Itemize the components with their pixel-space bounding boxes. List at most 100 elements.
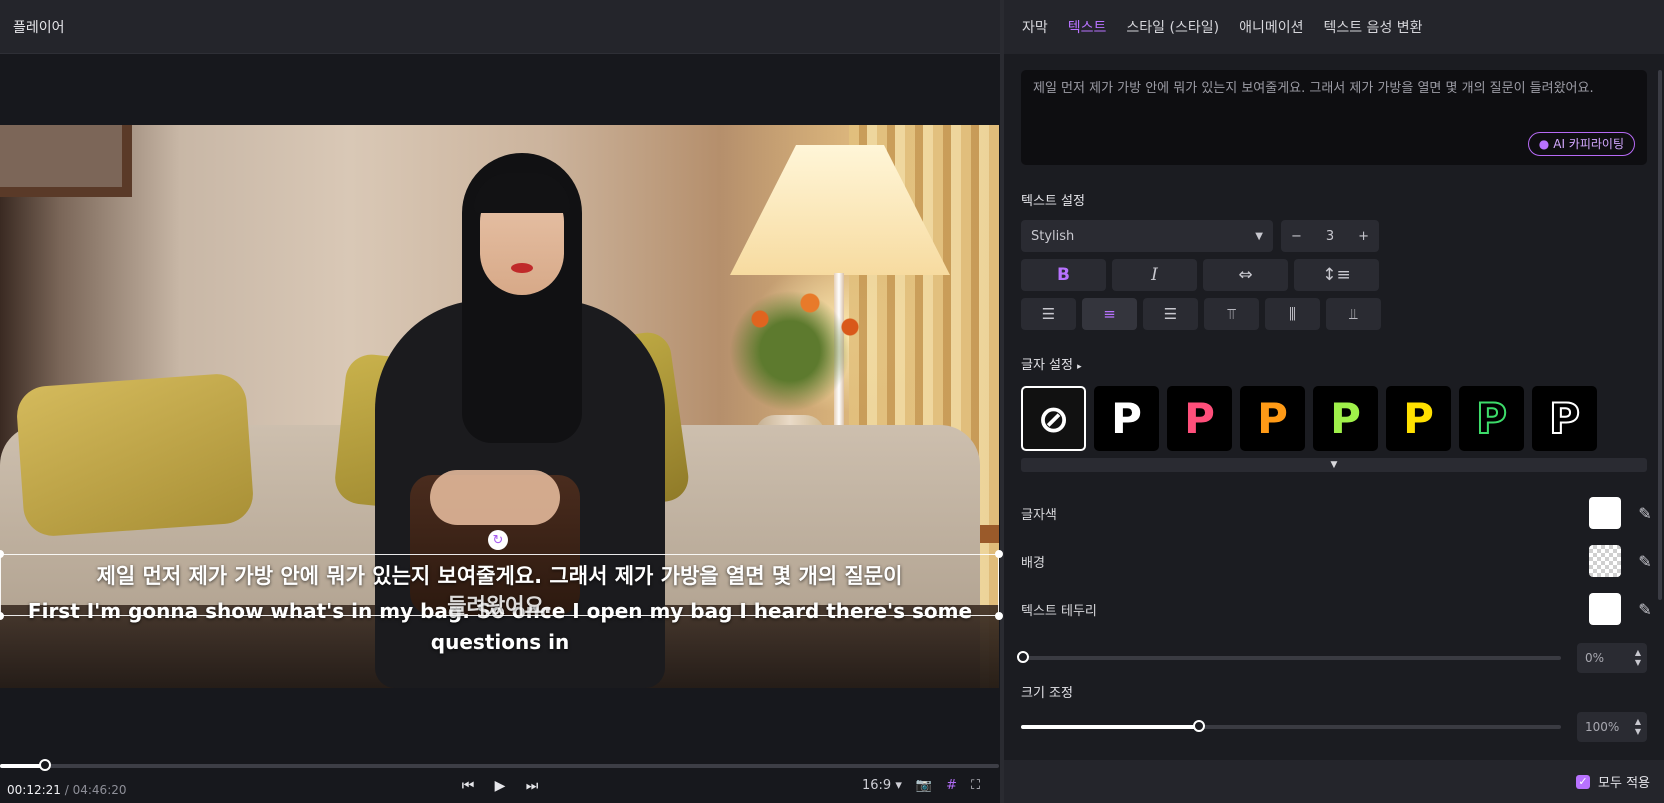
preset-glyph: P bbox=[1330, 394, 1361, 443]
playback-controls: ⏮ ▶ ⏭ bbox=[460, 778, 540, 794]
ai-sparkle-icon: ● bbox=[1538, 137, 1550, 151]
panel-scrollbar[interactable] bbox=[1658, 70, 1662, 600]
player-title: 플레이어 bbox=[13, 19, 65, 36]
border-width-input[interactable]: 0% ▲ ▼ bbox=[1577, 643, 1647, 673]
spinner-icon[interactable]: ▲ ▼ bbox=[1635, 717, 1641, 737]
scale-input[interactable]: 100% ▲ ▼ bbox=[1577, 712, 1647, 742]
background-color-swatch[interactable] bbox=[1589, 545, 1621, 577]
current-time: 00:12:21 bbox=[7, 783, 61, 797]
text-settings-label: 텍스트 설정 bbox=[1021, 194, 1085, 209]
scale-value: 100% bbox=[1585, 720, 1620, 734]
ai-copywriting-button[interactable]: ● AI 카피라이팅 bbox=[1527, 132, 1635, 156]
char-settings-label[interactable]: 글자 설정 ▸ bbox=[1021, 354, 1082, 373]
next-frame-icon[interactable]: ⏭ bbox=[524, 778, 540, 794]
eyedropper-icon[interactable]: ✎ bbox=[1637, 600, 1653, 619]
expand-presets-button[interactable]: ▼ bbox=[1021, 458, 1647, 472]
spinner-icon[interactable]: ▲ ▼ bbox=[1635, 648, 1641, 668]
play-icon[interactable]: ▶ bbox=[492, 778, 508, 794]
progress-knob[interactable] bbox=[38, 759, 51, 771]
scale-fill bbox=[1021, 725, 1200, 729]
align-bottom-button[interactable]: ⫫ bbox=[1326, 298, 1381, 330]
border-width-slider[interactable] bbox=[1017, 651, 1561, 663]
preset-none[interactable]: ⊘ bbox=[1021, 386, 1086, 451]
font-size-value: 3 bbox=[1325, 228, 1335, 244]
previous-frame-icon[interactable]: ⏮ bbox=[460, 778, 476, 794]
align-top-icon: ⫪ bbox=[1227, 305, 1236, 323]
background-color-controls: ✎ bbox=[1589, 545, 1653, 577]
format-buttons: B I ⇔ ↕≡ bbox=[1021, 259, 1379, 291]
tab-animation[interactable]: 애니메이션 bbox=[1239, 17, 1303, 37]
preset-glyph: P bbox=[1111, 394, 1142, 443]
align-left-button[interactable]: ☰ bbox=[1021, 298, 1076, 330]
border-width-value: 0% bbox=[1585, 651, 1605, 665]
plus-icon[interactable]: + bbox=[1358, 229, 1369, 244]
rotate-icon[interactable]: ↻ bbox=[488, 530, 508, 550]
letter-spacing-button[interactable]: ⇔ bbox=[1203, 259, 1288, 291]
tab-subtitles[interactable]: 자막 bbox=[1022, 17, 1048, 37]
align-bottom-icon: ⫫ bbox=[1349, 305, 1358, 323]
aspect-ratio-value: 16:9 bbox=[862, 778, 892, 793]
text-style-preset[interactable]: P bbox=[1459, 386, 1524, 451]
scale-row: 100% ▲ ▼ bbox=[1021, 712, 1647, 742]
line-spacing-icon: ↕≡ bbox=[1322, 265, 1351, 285]
text-content-value: 제일 먼저 제가 가방 안에 뭐가 있는지 보여줄게요. 그래서 제가 가방을 … bbox=[1033, 81, 1594, 96]
text-style-preset[interactable]: P bbox=[1094, 386, 1159, 451]
border-color-controls: ✎ bbox=[1589, 593, 1653, 625]
resize-handle[interactable] bbox=[995, 612, 1003, 620]
text-style-preset[interactable]: P bbox=[1386, 386, 1451, 451]
camera-icon[interactable]: 📷 bbox=[916, 778, 932, 793]
border-width-row: 0% ▲ ▼ bbox=[1017, 643, 1647, 673]
align-right-icon: ☰ bbox=[1163, 305, 1178, 323]
panel-tabs: 자막 텍스트 스타일 (스타일) 애니메이션 텍스트 음성 변환 bbox=[1004, 0, 1664, 54]
minus-icon[interactable]: − bbox=[1291, 229, 1302, 244]
apply-all-checkbox[interactable]: ✓ 모두 적용 bbox=[1576, 772, 1650, 791]
text-style-preset[interactable]: P bbox=[1240, 386, 1305, 451]
resize-handle[interactable] bbox=[0, 550, 4, 558]
font-family-value: Stylish bbox=[1031, 228, 1075, 244]
scale-knob[interactable] bbox=[1193, 720, 1206, 732]
font-color-label: 글자색 bbox=[1021, 507, 1057, 523]
font-color-swatch[interactable] bbox=[1589, 497, 1621, 529]
line-spacing-button[interactable]: ↕≡ bbox=[1294, 259, 1379, 291]
italic-button[interactable]: I bbox=[1112, 259, 1197, 291]
fullscreen-icon[interactable]: ⛶ bbox=[971, 778, 980, 793]
scale-label: 크기 조정 bbox=[1021, 686, 1073, 701]
chevron-down-icon: ▼ bbox=[1330, 460, 1338, 470]
font-family-select[interactable]: Stylish ▼ bbox=[1021, 220, 1273, 252]
player-tools: 16:9 ▾ 📷 # ⛶ bbox=[862, 778, 980, 793]
tab-style[interactable]: 스타일 (스타일) bbox=[1126, 17, 1219, 37]
eyedropper-icon[interactable]: ✎ bbox=[1637, 552, 1653, 571]
video-bg-flowers bbox=[700, 255, 900, 415]
align-middle-button[interactable]: ⫼ bbox=[1265, 298, 1320, 330]
text-style-preset[interactable]: P bbox=[1313, 386, 1378, 451]
border-width-knob[interactable] bbox=[1017, 651, 1029, 663]
align-right-button[interactable]: ☰ bbox=[1143, 298, 1198, 330]
font-size-stepper[interactable]: − 3 + bbox=[1281, 220, 1379, 252]
align-left-icon: ☰ bbox=[1041, 305, 1056, 323]
total-time: 04:46:20 bbox=[72, 783, 127, 797]
apply-all-label: 모두 적용 bbox=[1598, 776, 1650, 791]
border-color-swatch[interactable] bbox=[1589, 593, 1621, 625]
align-top-button[interactable]: ⫪ bbox=[1204, 298, 1259, 330]
eyedropper-icon[interactable]: ✎ bbox=[1637, 504, 1653, 523]
progress-track[interactable] bbox=[0, 764, 999, 768]
char-settings-text: 글자 설정 bbox=[1021, 358, 1073, 373]
preset-glyph: P bbox=[1548, 393, 1581, 444]
aspect-ratio-select[interactable]: 16:9 ▾ bbox=[862, 778, 902, 793]
grid-icon[interactable]: # bbox=[946, 778, 957, 793]
align-center-button[interactable]: ≡ bbox=[1082, 298, 1137, 330]
text-properties-panel: 자막 텍스트 스타일 (스타일) 애니메이션 텍스트 음성 변환 제일 먼저 제… bbox=[1004, 0, 1664, 803]
tab-text-to-speech[interactable]: 텍스트 음성 변환 bbox=[1323, 17, 1422, 37]
border-label: 텍스트 테두리 bbox=[1021, 603, 1097, 619]
subtitle-selection-box[interactable] bbox=[0, 550, 1003, 620]
scale-slider[interactable] bbox=[1021, 720, 1561, 732]
text-content-input[interactable]: 제일 먼저 제가 가방 안에 뭐가 있는지 보여줄게요. 그래서 제가 가방을 … bbox=[1021, 70, 1647, 165]
chevron-right-icon: ▸ bbox=[1077, 362, 1082, 372]
tab-text[interactable]: 텍스트 bbox=[1068, 17, 1107, 37]
text-style-preset[interactable]: P bbox=[1167, 386, 1232, 451]
resize-handle[interactable] bbox=[995, 550, 1003, 558]
preset-glyph: P bbox=[1475, 393, 1508, 444]
player-panel: 플레이어 제일 먼저 제가 가방 안에 뭐가 있는지 보여줄게요. 그래서 제가… bbox=[0, 0, 1003, 803]
text-style-preset[interactable]: P bbox=[1532, 386, 1597, 451]
bold-button[interactable]: B bbox=[1021, 259, 1106, 291]
